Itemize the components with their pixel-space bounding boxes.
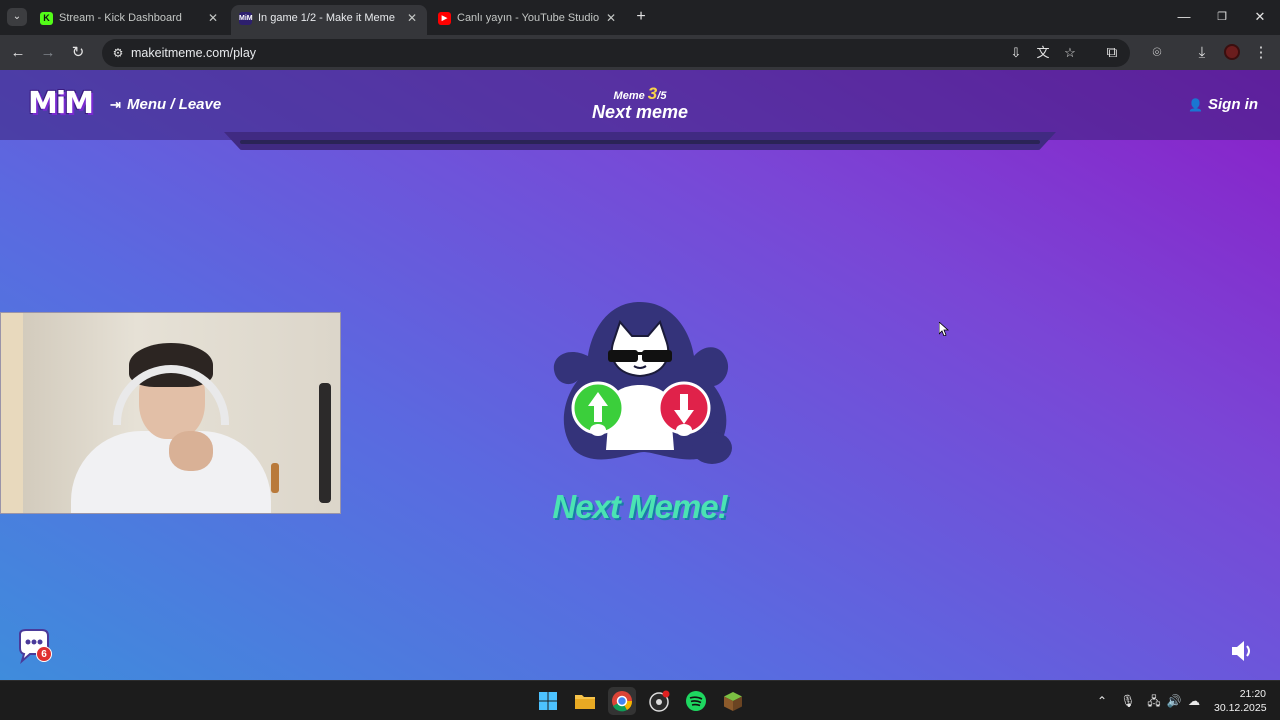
tab-title: In game 1/2 - Make it Meme <box>258 12 395 24</box>
tab-kick-dashboard[interactable]: K Stream - Kick Dashboard ✕ <box>32 5 228 35</box>
youtube-logo-icon: ▶ <box>438 12 451 25</box>
browser-toolbar: ← → ↻ ⚙ makeitmeme.com/play ⇩ 文 ☆ ⧉ ⌾ ⤓ … <box>0 35 1280 70</box>
user-icon: 👤 <box>1188 98 1203 112</box>
obs-icon[interactable] <box>645 687 673 715</box>
chrome-icon[interactable] <box>608 687 636 715</box>
tab-title: Stream - Kick Dashboard <box>59 12 182 24</box>
site-settings-icon[interactable]: ⚙ <box>110 45 126 61</box>
mim-logo-icon: MiM <box>239 12 253 25</box>
address-bar[interactable]: ⚙ makeitmeme.com/play ⇩ 文 ☆ <box>102 39 1130 67</box>
network-icon[interactable]: 🖧 <box>1146 693 1162 709</box>
tray-overflow-chevron-icon[interactable]: ⌃ <box>1094 693 1110 709</box>
phase-title: Next meme <box>591 102 689 122</box>
tab-make-it-meme[interactable]: MiM In game 1/2 - Make it Meme ✕ <box>231 5 427 35</box>
close-icon[interactable]: ✕ <box>206 11 220 25</box>
tab-title: Canlı yayın - YouTube Studio <box>457 12 600 24</box>
install-app-icon[interactable]: ⇩ <box>1008 45 1024 61</box>
round-total: /5 <box>657 90 667 102</box>
webcam-wall <box>1 313 23 513</box>
kick-logo-icon: K <box>40 12 53 25</box>
round-progress-bar <box>240 140 1040 144</box>
lens-icon[interactable]: ⌾ <box>1147 43 1167 63</box>
menu-leave-label: Menu / Leave <box>127 96 222 113</box>
forward-arrow-icon[interactable]: → <box>38 43 58 63</box>
cat-mascot-vote-icon <box>553 302 732 464</box>
next-meme-heading: Next Meme! <box>552 488 728 525</box>
round-indicator: Meme 3/5 <box>600 84 680 104</box>
microphone-icon[interactable]: 🎙 <box>1120 693 1136 709</box>
windows-start-icon[interactable] <box>534 687 562 715</box>
menu-leave-button[interactable]: ⇥ Menu / Leave <box>110 96 221 116</box>
minecraft-icon[interactable] <box>719 687 747 715</box>
tab-youtube-studio[interactable]: ▶ Canlı yayın - YouTube Studio ✕ <box>430 5 626 35</box>
sign-in-button[interactable]: 👤 Sign in <box>1188 96 1258 116</box>
webcam-guitar <box>319 383 331 503</box>
round-label: Meme <box>613 90 645 102</box>
clock-time: 21:20 <box>1239 688 1266 700</box>
webcam-overlay <box>0 312 341 514</box>
window-close-icon[interactable]: ✕ <box>1251 8 1269 26</box>
minimize-icon[interactable]: — <box>1175 8 1193 26</box>
menu-kebab-icon[interactable]: ⋮ <box>1251 43 1271 63</box>
webcam-bottle <box>271 463 279 493</box>
bookmark-star-icon[interactable]: ☆ <box>1062 45 1078 61</box>
translate-icon[interactable]: 文 <box>1035 45 1051 61</box>
game-page: MiM ⇥ Menu / Leave Meme 3/5 Next meme 👤 Si… <box>0 70 1280 680</box>
restore-icon[interactable]: ❐ <box>1213 8 1231 26</box>
sign-in-label: Sign in <box>1208 96 1258 113</box>
close-icon[interactable]: ✕ <box>405 11 419 25</box>
downloads-icon[interactable]: ⤓ <box>1192 43 1212 63</box>
battery-cloud-icon[interactable]: ☁ <box>1186 693 1202 709</box>
url-text[interactable]: makeitmeme.com/play <box>131 46 256 60</box>
speaker-icon[interactable] <box>1230 640 1254 662</box>
round-current: 3 <box>647 84 658 103</box>
reload-icon[interactable]: ↻ <box>68 43 88 63</box>
file-explorer-icon[interactable] <box>571 687 599 715</box>
tab-search-chevron-icon[interactable]: ⌄ <box>7 8 27 26</box>
mouse-cursor-icon <box>939 322 949 336</box>
back-arrow-icon[interactable]: ← <box>8 43 28 63</box>
spotify-icon[interactable] <box>682 687 710 715</box>
webcam-hand <box>169 431 213 471</box>
close-icon[interactable]: ✕ <box>604 11 618 25</box>
volume-icon[interactable]: 🔊 <box>1166 693 1182 709</box>
extensions-icon[interactable]: ⧉ <box>1102 43 1122 63</box>
taskbar-clock[interactable]: 21:20 30.12.2025 <box>1214 687 1267 715</box>
clock-date: 30.12.2025 <box>1214 702 1267 714</box>
leave-icon: ⇥ <box>110 97 121 112</box>
new-tab-plus-icon[interactable]: + <box>632 8 650 26</box>
profile-avatar[interactable] <box>1224 44 1240 60</box>
chat-unread-badge: 6 <box>36 646 52 662</box>
browser-tab-strip: ⌄ K Stream - Kick Dashboard ✕ MiM In gam… <box>0 0 1280 35</box>
windows-taskbar: ⌃ 🎙 🖧 🔊 ☁ 21:20 30.12.2025 <box>0 680 1280 720</box>
mim-logo[interactable]: MiM <box>28 86 94 126</box>
